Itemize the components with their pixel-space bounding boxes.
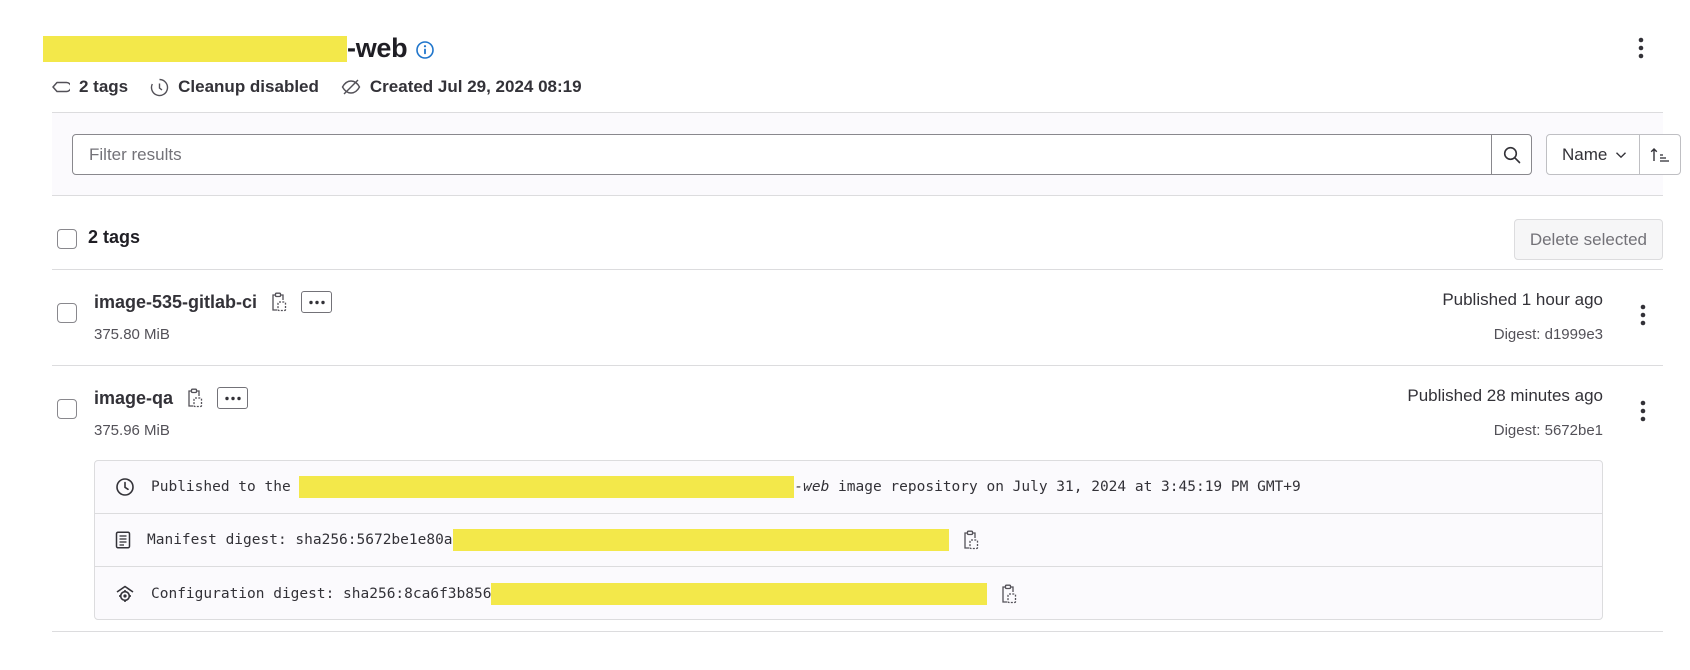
toggle-details-button[interactable] (301, 291, 333, 313)
tag-name: image-qa (94, 387, 174, 408)
copy-tag-button[interactable] (185, 387, 205, 409)
sort-direction-button[interactable] (1640, 135, 1680, 174)
published-prefix: Published to the (151, 479, 300, 495)
chevron-down-icon (1616, 151, 1627, 158)
manifest-digest-detail: Manifest digest: sha256:5672be1e80a (95, 514, 1602, 567)
select-all-checkbox[interactable] (57, 229, 77, 249)
created-text: Created Jul 29, 2024 08:19 (369, 77, 582, 96)
search-button[interactable] (1491, 135, 1531, 174)
eye-slash-icon (341, 79, 361, 95)
toggle-details-button[interactable] (217, 387, 249, 409)
filter-bar: Name (52, 112, 1682, 196)
settings-icon (116, 585, 134, 602)
manifest-digest-text: Manifest digest: sha256:5672be1e80a (147, 532, 453, 548)
clipboard-icon (272, 292, 287, 312)
tags-count-text: 2 tags (79, 77, 129, 96)
page-title: -web (347, 32, 408, 63)
redacted-repo-name (43, 36, 347, 62)
tags-list-header: 2 tags Delete selected (52, 196, 1663, 270)
sort-controls: Name (1546, 134, 1682, 175)
tags-count-label: 2 tags (88, 227, 141, 247)
ellipsis-icon (308, 300, 325, 304)
tag-checkbox[interactable] (57, 399, 77, 419)
copy-manifest-digest-button[interactable] (961, 529, 981, 551)
clipboard-icon (963, 530, 978, 550)
tag-name-line: image-535-gitlab-ci (94, 290, 333, 314)
tag-name: image-535-gitlab-ci (94, 291, 258, 312)
cleanup-text: Cleanup disabled (178, 77, 319, 96)
tag-published: Published 1 hour ago (1442, 290, 1603, 309)
label-icon (52, 81, 70, 93)
table-row: image-535-gitlab-ci 375.80 MiB Published… (52, 270, 1663, 366)
page-actions-kebab-icon[interactable] (1629, 34, 1653, 62)
repository-title: -web (43, 30, 435, 66)
sort-by-dropdown[interactable]: Name (1547, 135, 1641, 174)
ellipsis-icon (224, 396, 241, 400)
clock-icon (116, 478, 134, 496)
clipboard-icon (1002, 584, 1017, 603)
published-rest: image repository on July 31, 2024 at 3:4… (829, 479, 1301, 495)
configuration-digest-detail: Configuration digest: sha256:8ca6f3b856 (95, 567, 1602, 620)
tag-details-panel: Published to the -web image repository o… (94, 460, 1603, 620)
sort-by-label: Name (1562, 144, 1608, 164)
cleanup-meta: Cleanup disabled (150, 77, 319, 97)
tag-actions-kebab-icon[interactable] (1631, 300, 1655, 330)
filter-search-box (72, 134, 1532, 175)
copy-tag-button[interactable] (269, 291, 289, 313)
published-detail: Published to the -web image repository o… (95, 461, 1602, 514)
tag-size: 375.80 MiB (94, 326, 170, 343)
repository-meta: 2 tags Cleanup disabled Created Jul 29, … (52, 76, 604, 98)
clock-icon (150, 78, 169, 96)
tag-published: Published 28 minutes ago (1407, 386, 1603, 405)
created-meta: Created Jul 29, 2024 08:19 (341, 77, 582, 97)
tag-digest: Digest: 5672be1 (1493, 422, 1603, 439)
info-icon[interactable] (415, 40, 435, 60)
copy-configuration-digest-button[interactable] (999, 583, 1019, 605)
tags-count-meta: 2 tags (52, 77, 128, 97)
filter-input[interactable] (73, 135, 1491, 174)
tag-name-line: image-qa (94, 386, 249, 410)
delete-selected-button[interactable]: Delete selected (1513, 219, 1663, 260)
clipboard-icon (188, 388, 203, 408)
redacted-repo-path (299, 476, 795, 498)
tag-actions-kebab-icon[interactable] (1631, 396, 1655, 426)
published-repo-suffix: -web (794, 479, 830, 495)
tag-checkbox[interactable] (57, 303, 77, 323)
search-icon (1503, 146, 1520, 163)
configuration-digest-text: Configuration digest: sha256:8ca6f3b856 (151, 585, 492, 602)
redacted-configuration-digest (491, 582, 988, 605)
table-row: image-qa 375.96 MiB Published 28 minutes… (52, 366, 1663, 632)
tag-digest: Digest: d1999e3 (1493, 326, 1603, 343)
document-icon (115, 531, 131, 549)
redacted-manifest-digest (452, 529, 949, 551)
sort-ascending-icon (1651, 147, 1670, 162)
tag-size: 375.96 MiB (94, 422, 170, 439)
